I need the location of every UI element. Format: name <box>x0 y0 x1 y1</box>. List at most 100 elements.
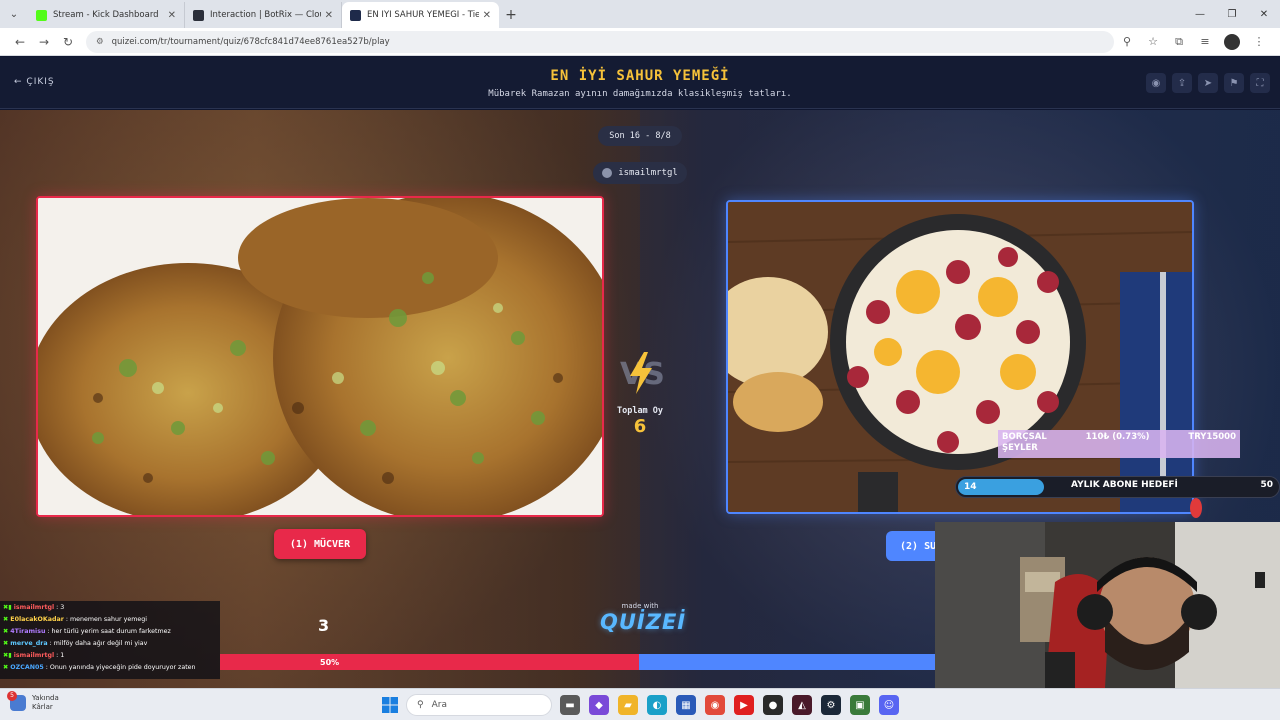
eye-icon[interactable]: ◉ <box>1146 73 1166 93</box>
chat-text: milföy daha ağır değil mi yiav <box>53 640 148 647</box>
close-tab-icon[interactable]: ✕ <box>325 10 333 21</box>
weather-line1: Yakında <box>32 694 59 702</box>
red-marker-icon <box>1190 498 1202 518</box>
forward-arrow-icon[interactable]: → <box>32 35 56 49</box>
kick-badge-icon: ✖ <box>3 628 9 635</box>
url-field[interactable]: ⚙ quizei.com/tr/tournament/quiz/678cfc84… <box>86 30 1114 53</box>
browser-tab-botrix[interactable]: Interaction | BotRix — Cloud Str ✕ <box>185 2 342 28</box>
kick-badge-icon: ✖ <box>3 616 9 623</box>
chrome-icon[interactable]: ◉ <box>705 695 725 715</box>
quizei-favicon-icon <box>350 9 361 21</box>
kick-badge-icon: ✖▮ <box>3 604 12 611</box>
chat-nick: 4Tiramisu <box>10 628 46 635</box>
windows-taskbar: 5 Yakında Kârlar ⚲ Ara ▬ ◆ ▰ ◐ ▦ ◉ ▶ ● ◭… <box>0 688 1280 720</box>
choice-card-left[interactable] <box>36 196 604 517</box>
search-placeholder: Ara <box>431 700 447 710</box>
goal-name-line2: ŞEYLER <box>1002 443 1038 453</box>
close-tab-icon[interactable]: ✕ <box>168 10 176 21</box>
calculator-icon[interactable]: ▦ <box>676 695 696 715</box>
browser-tab-kick[interactable]: Stream - Kick Dashboard ✕ <box>28 2 185 28</box>
bookmark-star-icon[interactable]: ☆ <box>1140 35 1166 48</box>
player-badge: ismailmrtgl <box>593 162 687 184</box>
goal-name: BORÇSAL <box>1002 432 1047 442</box>
chat-message: ✖▮ ismailmrtgl : 3 <box>3 604 65 611</box>
youtube-icon[interactable]: ▶ <box>734 695 754 715</box>
round-indicator: Son 16 - 8/8 <box>598 126 682 146</box>
weather-widget[interactable]: 5 Yakında Kârlar <box>7 691 59 712</box>
browser-menu-icon[interactable]: ⋮ <box>1246 35 1272 48</box>
davinci-icon[interactable]: ◭ <box>792 695 812 715</box>
weather-line2: Kârlar <box>32 703 53 711</box>
obs-icon[interactable]: ● <box>763 695 783 715</box>
search-icon: ⚲ <box>417 700 424 710</box>
send-icon[interactable]: ➤ <box>1198 73 1218 93</box>
fullscreen-icon[interactable]: ⛶ <box>1250 73 1270 93</box>
minimize-icon[interactable]: — <box>1184 0 1216 28</box>
kick-badge-icon: ✖▮ <box>3 652 12 659</box>
stream-chat-overlay: ✖▮ ismailmrtgl : 3 ✖ E0lacakOKadar : menem… <box>0 601 220 679</box>
store-icon[interactable]: ◆ <box>589 695 609 715</box>
tab-title: Interaction | BotRix — Cloud Str <box>210 10 321 20</box>
discord-icon[interactable]: ☺ <box>879 695 899 715</box>
chat-text: menemen sahur yemegi <box>70 616 147 623</box>
made-with-label: made with <box>621 602 659 610</box>
chat-text: Onun yanında yiyeceğin pide doyuruyor za… <box>49 664 196 671</box>
subscriber-goal-max: 50 <box>1260 480 1273 490</box>
url-text: quizei.com/tr/tournament/quiz/678cfc841d… <box>111 36 390 47</box>
chat-nick: merve_dra <box>10 640 48 647</box>
sucuklu-yumurta-image <box>728 202 1192 512</box>
vote-left-button[interactable]: (1) MÜCVER <box>274 529 366 559</box>
vote-left-name: MÜCVER <box>313 538 351 550</box>
window-controls: — ❐ ✕ <box>1184 0 1280 28</box>
profile-avatar[interactable] <box>1224 33 1240 50</box>
chat-nick: E0lacakOKadar <box>10 616 64 623</box>
windows-start-icon[interactable] <box>382 697 398 713</box>
chat-nick: OZCAN05 <box>10 664 44 671</box>
kick-badge-icon: ✖ <box>3 640 9 647</box>
goal-target: TRY15000 <box>1188 432 1236 442</box>
chat-nick: ismailmrtgl <box>13 604 55 611</box>
page-subtitle: Mübarek Ramazan ayının damağımızda klasi… <box>488 89 792 99</box>
vote-right-key: (2) <box>900 540 919 552</box>
address-bar-row: ← → ↻ ⚙ quizei.com/tr/tournament/quiz/67… <box>0 28 1280 56</box>
tab-search-chevron-icon[interactable]: ⌄ <box>0 0 28 28</box>
taskbar-search[interactable]: ⚲ Ara <box>406 694 552 716</box>
streamer-webcam <box>935 522 1280 688</box>
notification-count: 5 <box>7 691 17 701</box>
subscriber-goal-bar: 14 AYLIK ABONE HEDEFİ 50 <box>955 476 1280 498</box>
choice-card-right[interactable] <box>726 200 1194 514</box>
back-arrow-icon[interactable]: ← <box>8 35 32 49</box>
extensions-icon[interactable]: ⧉ <box>1166 35 1192 49</box>
close-window-icon[interactable]: ✕ <box>1248 0 1280 28</box>
site-info-icon[interactable]: ⚙ <box>96 37 104 47</box>
vote-left-share: 50% <box>220 654 639 670</box>
chat-message: ✖▮ ismailmrtgl : 1 <box>3 652 65 659</box>
page-title: EN İYİ SAHUR YEMEĞİ <box>550 68 730 84</box>
widgets-icon: 5 <box>7 691 26 711</box>
close-tab-icon[interactable]: ✕ <box>483 10 491 21</box>
mucver-image <box>38 198 602 515</box>
donation-goal-overlay: BORÇSAL 110₺ (0.73%) TRY15000 ŞEYLER <box>998 430 1240 458</box>
share-icon[interactable]: ⇪ <box>1172 73 1192 93</box>
user-icon <box>602 168 613 178</box>
chat-message: ✖ E0lacakOKadar : menemen sahur yemegi <box>3 616 147 623</box>
browser-tab-quizei[interactable]: EN İYİ SAHUR YEMEĞİ - Tier Li ✕ <box>342 2 499 28</box>
vote-left-percent: 50% <box>320 657 340 667</box>
header-actions: ◉ ⇪ ➤ ⚑ ⛶ <box>1146 73 1270 93</box>
new-tab-button[interactable]: + <box>499 2 523 28</box>
reload-icon[interactable]: ↻ <box>56 35 80 49</box>
vote-left-key: (1) <box>289 538 308 550</box>
player-name: ismailmrtgl <box>618 168 678 178</box>
steam-icon[interactable]: ⚙ <box>821 695 841 715</box>
flag-icon[interactable]: ⚑ <box>1224 73 1244 93</box>
edge-icon[interactable]: ◐ <box>647 695 667 715</box>
webcam-feed-image <box>935 522 1280 688</box>
file-explorer-icon[interactable]: ▬ <box>560 695 580 715</box>
zoom-icon[interactable]: ⚲ <box>1114 35 1140 48</box>
app-icon[interactable]: ▣ <box>850 695 870 715</box>
folder-icon[interactable]: ▰ <box>618 695 638 715</box>
maximize-icon[interactable]: ❐ <box>1216 0 1248 28</box>
tab-title: Stream - Kick Dashboard <box>53 10 159 20</box>
quizei-logo[interactable]: QUİZEİ <box>600 610 685 634</box>
media-controls-icon[interactable]: ≡ <box>1192 35 1218 48</box>
